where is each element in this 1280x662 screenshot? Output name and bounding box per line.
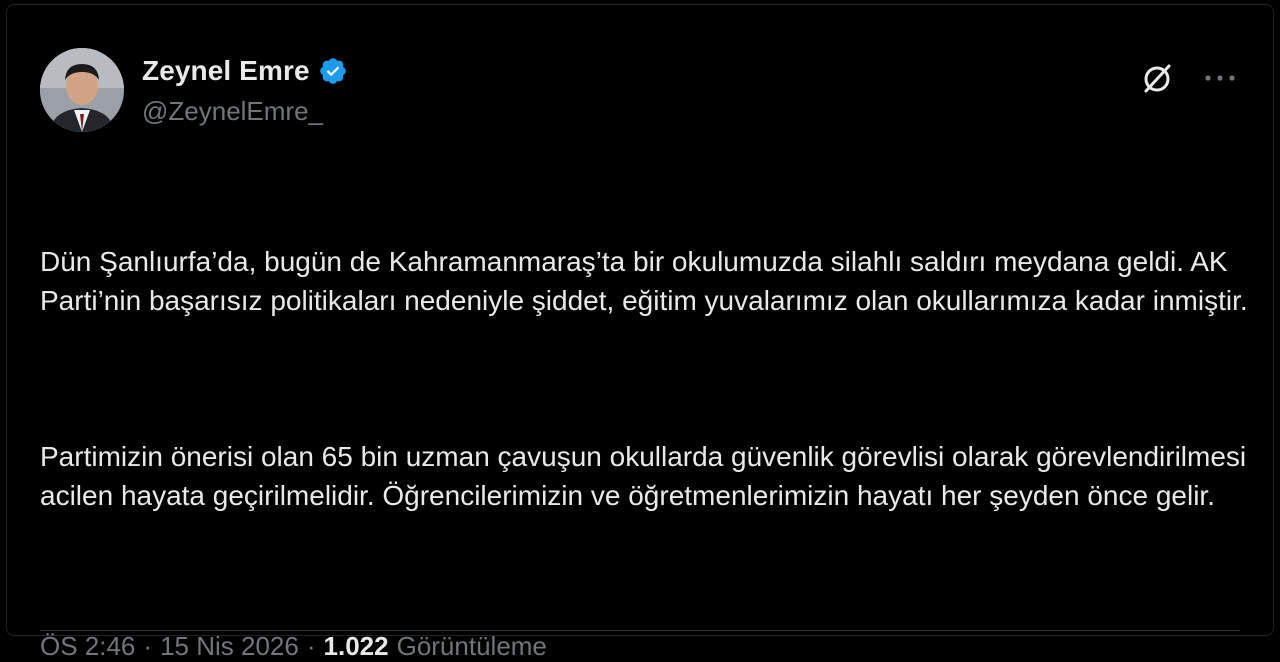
views-count[interactable]: 1.022 — [324, 631, 389, 662]
verified-badge-icon[interactable] — [318, 56, 348, 86]
tweet-header: Zeynel Emre @ZeynelEmre_ — [40, 48, 1240, 134]
tweet-date[interactable]: 15 Nis 2026 — [160, 631, 299, 662]
grok-icon[interactable] — [1138, 58, 1178, 98]
more-icon[interactable] — [1200, 58, 1240, 98]
author-names: Zeynel Emre @ZeynelEmre_ — [142, 54, 348, 127]
tweet-meta: ÖS 2:46 · 15 Nis 2026 · 1.022 Görüntülem… — [40, 631, 1240, 662]
views-label[interactable]: Görüntüleme — [397, 631, 547, 662]
tweet-paragraph: Partimizin önerisi olan 65 bin uzman çav… — [40, 441, 1254, 511]
meta-separator: · — [143, 631, 153, 661]
divider — [40, 630, 1240, 631]
avatar[interactable] — [40, 48, 124, 132]
display-name[interactable]: Zeynel Emre — [142, 55, 310, 87]
tweet-actions — [1138, 58, 1240, 98]
meta-separator: · — [306, 631, 316, 661]
handle[interactable]: @ZeynelEmre_ — [142, 96, 348, 127]
tweet: Zeynel Emre @ZeynelEmre_ Dün Şanlıurfa’d… — [40, 48, 1248, 662]
tweet-paragraph: Dün Şanlıurfa’da, bugün de Kahramanmaraş… — [40, 246, 1248, 316]
tweet-text: Dün Şanlıurfa’da, bugün de Kahramanmaraş… — [40, 164, 1250, 593]
tweet-time[interactable]: ÖS 2:46 — [40, 631, 135, 662]
